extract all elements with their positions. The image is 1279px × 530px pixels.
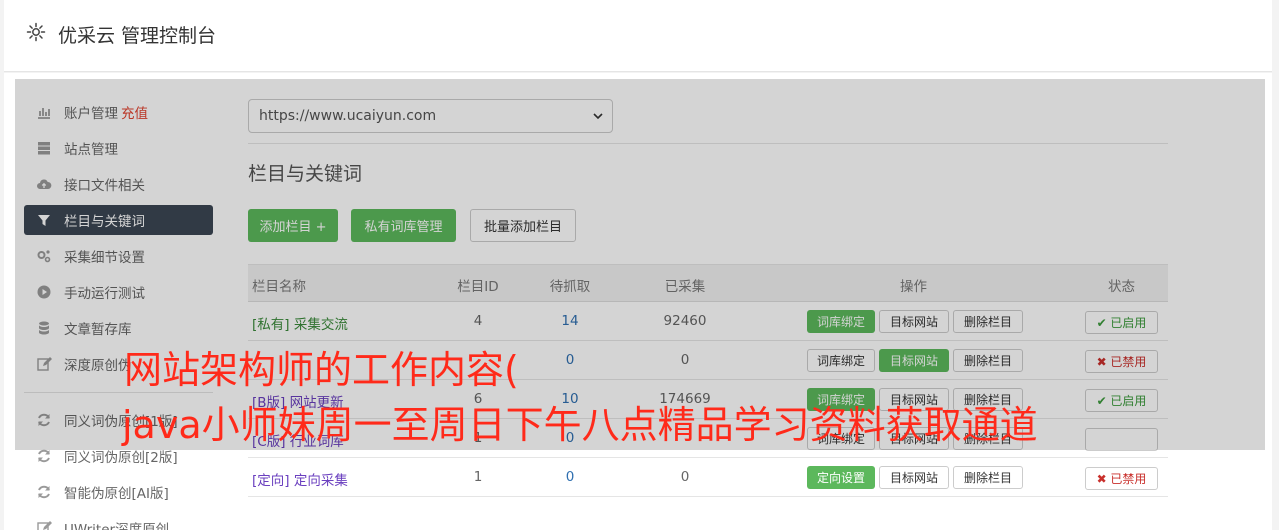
row-name[interactable]: [定向] 定向采集 (252, 469, 348, 489)
top-header: 优采云 管理控制台 (4, 0, 1272, 72)
sidebar-item-label: UWriter深度原创 (64, 522, 170, 530)
sidebar-item-label: 智能伪原创[AI版] (64, 486, 169, 502)
page-title: 优采云 管理控制台 (58, 25, 217, 47)
sidebar-item-uwriter[interactable]: UWriter深度原创 (24, 513, 213, 530)
status-badge[interactable]: ✖ 已禁用 (1085, 467, 1158, 490)
row-collected: 0 (680, 469, 690, 485)
refresh-icon (36, 484, 52, 500)
refresh-icon (36, 448, 52, 464)
sidebar-item-ai-original[interactable]: 智能伪原创[AI版] (24, 477, 213, 507)
row-id: 1 (473, 469, 483, 485)
row-pending[interactable]: 0 (540, 469, 600, 485)
table-row: [定向] 定向采集 1 0 0 定向设置 目标网站 删除栏目 ✖ 已禁用 (248, 458, 1168, 497)
edit-icon (36, 520, 52, 530)
dim-overlay (15, 79, 1265, 450)
watermark-line-2: java小师妹周一至周日下午八点精品学习资料获取通道 (122, 403, 1038, 447)
target-site-button[interactable]: 目标网站 (879, 466, 949, 489)
direct-settings-button[interactable]: 定向设置 (807, 466, 875, 489)
delete-column-button[interactable]: 删除栏目 (953, 466, 1023, 489)
watermark-line-1: 网站架构师的工作内容( (124, 348, 519, 392)
gear-icon (26, 22, 46, 42)
